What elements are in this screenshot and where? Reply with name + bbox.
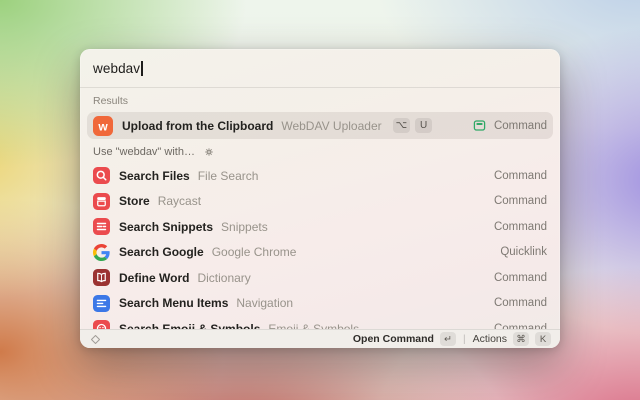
suggestion-title: Define Word — [119, 271, 189, 285]
suggestion-title: Search Snippets — [119, 220, 213, 234]
option-key: ⌥ — [393, 118, 411, 133]
search-input[interactable]: webdav — [80, 49, 560, 88]
suggestion-type-label: Command — [494, 195, 547, 207]
footer-divider: | — [462, 334, 467, 345]
suggestion-title: Search Google — [119, 245, 204, 259]
suggestion-row[interactable]: Search Files File Search Command — [87, 163, 553, 189]
return-key: ↵ — [440, 332, 456, 346]
result-title: Upload from the Clipboard — [122, 119, 273, 133]
suggestion-title: Store — [119, 194, 150, 208]
suggestion-row[interactable]: Search Google Google Chrome Quicklink — [87, 240, 553, 266]
k-key: K — [535, 332, 551, 346]
results-section-header: Results — [87, 92, 553, 112]
suggestion-title: Search Menu Items — [119, 296, 228, 310]
command-icon — [472, 118, 487, 133]
file-search-icon — [93, 167, 110, 184]
suggestion-row[interactable]: Search Menu Items Navigation Command — [87, 291, 553, 317]
suggestion-list: Search Files File Search Command Store R… — [87, 163, 553, 342]
result-type-label: Command — [472, 118, 547, 133]
cmd-key: ⌘ — [513, 332, 529, 346]
launcher-window: webdav Results w Upload from the Clipboa… — [80, 49, 560, 348]
use-with-section-header: Use "webdav" with… — [87, 139, 553, 163]
suggestion-subtitle: Snippets — [221, 220, 268, 234]
snippets-icon — [93, 218, 110, 235]
raycast-logo-icon — [89, 333, 102, 346]
text-cursor — [141, 61, 143, 76]
result-subtitle: WebDAV Uploader — [281, 119, 381, 133]
suggestion-subtitle: Google Chrome — [212, 245, 297, 259]
open-command-button[interactable]: Open Command — [353, 333, 434, 345]
svg-text:w: w — [97, 119, 108, 133]
gear-icon[interactable] — [203, 146, 215, 158]
suggestion-subtitle: Raycast — [158, 194, 201, 208]
suggestion-subtitle: Navigation — [236, 296, 293, 310]
suggestion-row[interactable]: Search Snippets Snippets Command — [87, 214, 553, 240]
suggestion-type-label: Command — [494, 272, 547, 284]
dictionary-icon — [93, 269, 110, 286]
suggestion-subtitle: Dictionary — [197, 271, 250, 285]
result-row-selected[interactable]: w Upload from the Clipboard WebDAV Uploa… — [87, 112, 553, 139]
suggestion-row[interactable]: Store Raycast Command — [87, 189, 553, 215]
suggestion-title: Search Files — [119, 169, 190, 183]
suggestion-type-label: Quicklink — [500, 246, 547, 258]
footer-bar: Open Command ↵ | Actions ⌘ K — [80, 329, 560, 348]
suggestion-type-label: Command — [494, 297, 547, 309]
suggestion-type-label: Command — [494, 221, 547, 233]
webdav-uploader-icon: w — [93, 116, 113, 136]
actions-button[interactable]: Actions — [473, 333, 507, 345]
suggestion-subtitle: File Search — [198, 169, 259, 183]
suggestion-type-label: Command — [494, 170, 547, 182]
menu-items-icon — [93, 295, 110, 312]
store-icon — [93, 193, 110, 210]
use-with-label: Use "webdav" with… — [93, 146, 195, 158]
shortcut-keys: ⌥ U — [388, 118, 433, 133]
result-list: Results w Upload from the Clipboard WebD… — [80, 88, 560, 342]
u-key: U — [415, 118, 432, 133]
suggestion-row[interactable]: Define Word Dictionary Command — [87, 265, 553, 291]
google-icon — [93, 244, 110, 261]
search-input-value: webdav — [93, 61, 140, 76]
